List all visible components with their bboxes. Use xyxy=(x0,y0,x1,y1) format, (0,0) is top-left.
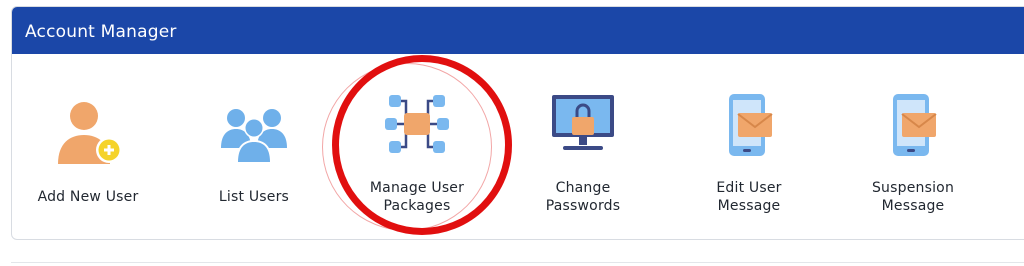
add-new-user-tile[interactable]: Add New User xyxy=(13,99,163,209)
tile-label: Edit User Message xyxy=(716,180,782,214)
package-network-icon xyxy=(385,95,449,153)
tile-label: List Users xyxy=(218,189,290,205)
users-group-icon xyxy=(221,109,287,162)
add-user-icon xyxy=(58,102,122,164)
edit-user-message-tile[interactable]: Edit User Message xyxy=(674,91,824,214)
phone-message-icon xyxy=(893,94,937,156)
panel-title: Account Manager xyxy=(25,21,177,42)
tile-label: Manage User Packages xyxy=(369,180,465,214)
tile-label: Change Passwords xyxy=(545,180,621,214)
account-manager-panel: Account Manager Add New User List Users … xyxy=(11,6,1024,240)
divider xyxy=(11,262,1024,263)
suspension-message-tile[interactable]: Suspension Message xyxy=(838,91,988,214)
change-passwords-tile[interactable]: Change Passwords xyxy=(508,91,658,214)
panel-header: Account Manager xyxy=(12,7,1024,54)
manage-user-packages-tile[interactable]: Manage User Packages xyxy=(342,91,492,214)
phone-message-icon xyxy=(729,94,773,156)
monitor-lock-icon xyxy=(552,95,614,150)
list-users-tile[interactable]: List Users xyxy=(179,99,329,209)
tile-label: Suspension Message xyxy=(871,180,955,214)
tile-label: Add New User xyxy=(37,189,139,205)
